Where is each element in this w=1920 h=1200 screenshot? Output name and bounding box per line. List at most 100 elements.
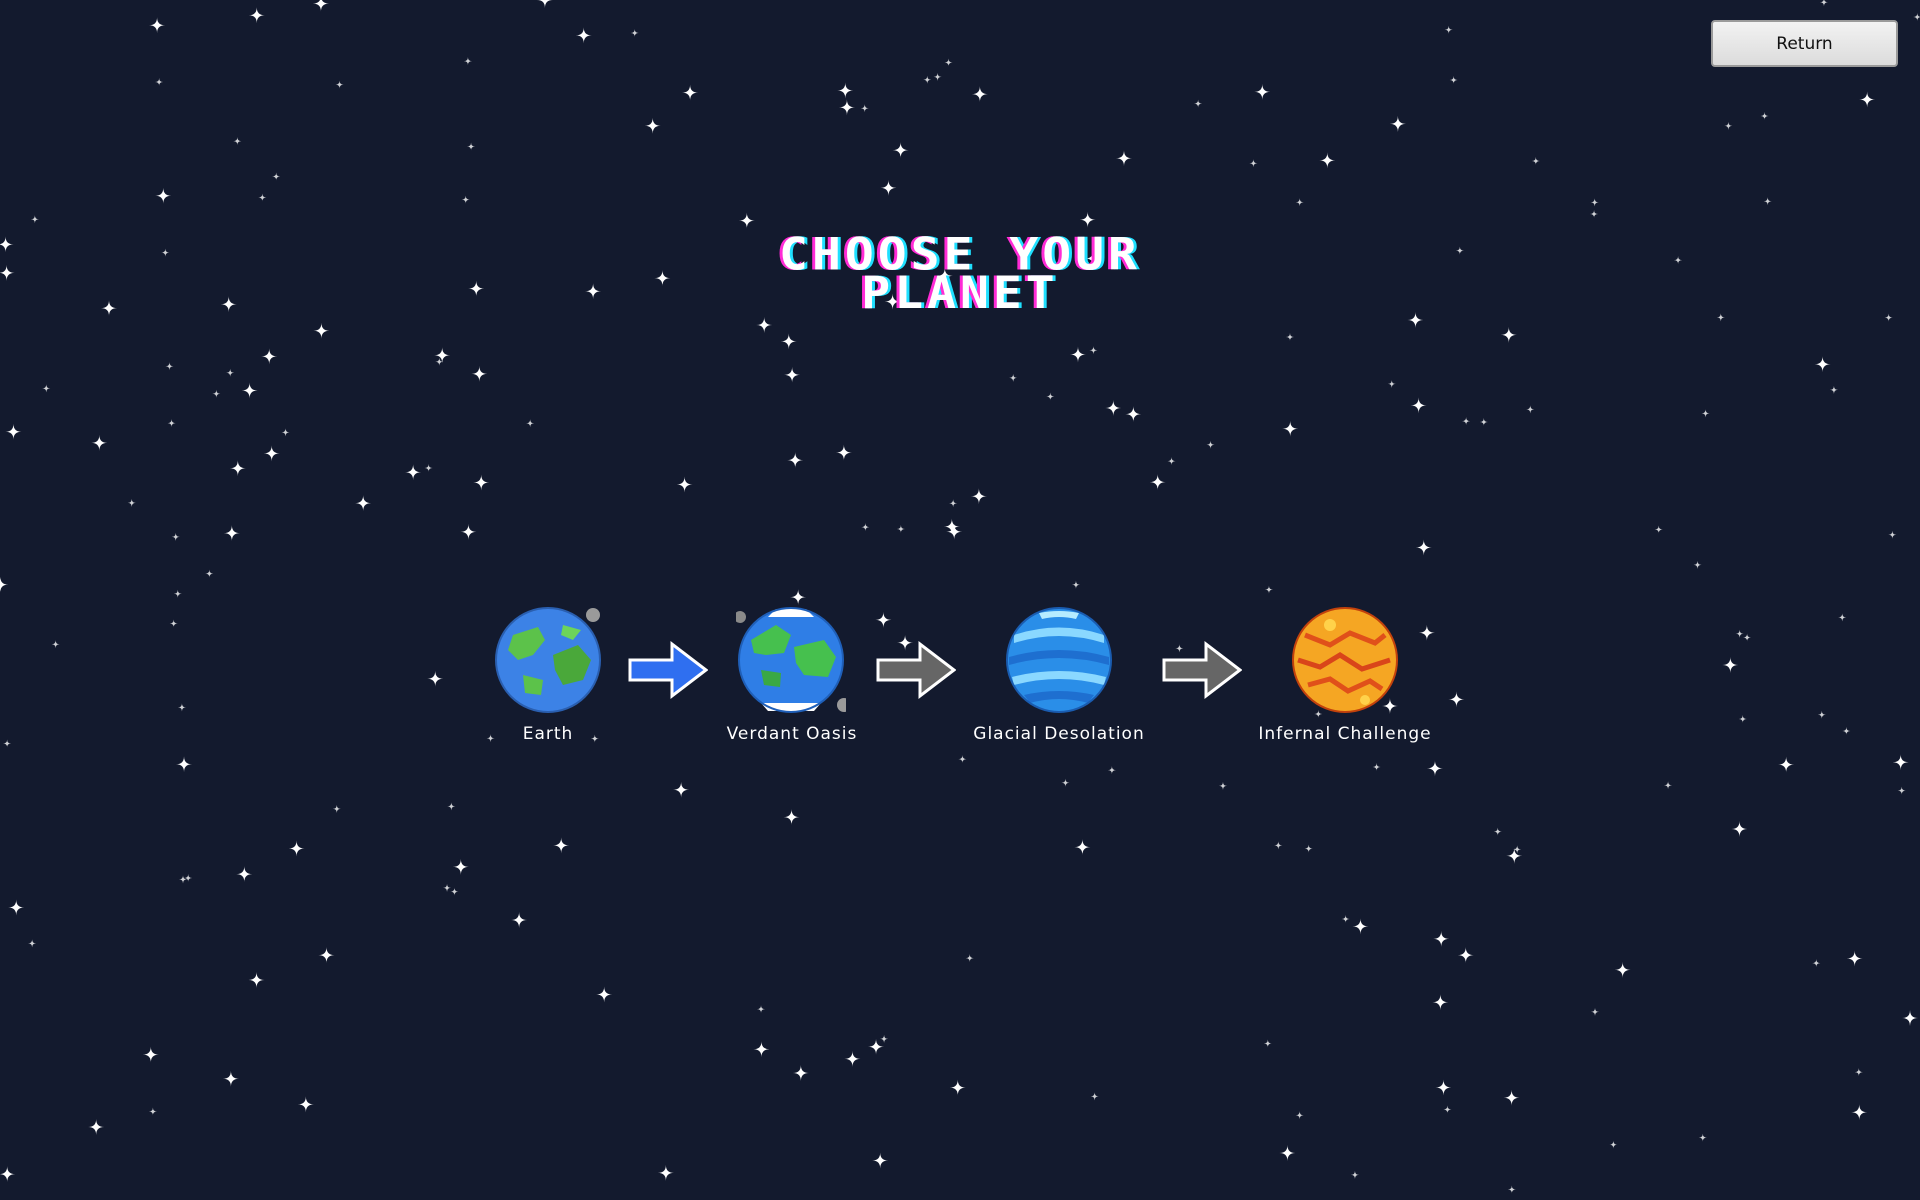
earth-planet-icon <box>495 607 601 713</box>
planet-glacial-desolation[interactable] <box>1004 605 1114 715</box>
star-icon <box>335 80 344 89</box>
star-icon <box>1902 1010 1919 1027</box>
star-icon <box>297 1096 314 1113</box>
star-icon <box>486 734 495 743</box>
star-icon <box>880 179 897 196</box>
star-icon <box>1506 847 1523 864</box>
star-icon <box>1426 760 1443 777</box>
star-icon <box>1389 115 1406 132</box>
star-icon <box>155 187 172 204</box>
star-icon <box>1433 930 1450 947</box>
star-icon <box>149 17 166 34</box>
starfield-background <box>0 0 1920 1194</box>
star-icon <box>450 887 459 896</box>
star-icon <box>3 739 12 748</box>
star-icon <box>787 452 804 469</box>
star-icon <box>526 419 535 428</box>
glacial-planet-icon <box>1006 607 1112 713</box>
star-icon <box>212 389 221 398</box>
return-button[interactable]: Return <box>1711 20 1898 67</box>
star-icon <box>1814 356 1831 373</box>
star-icon <box>933 72 942 81</box>
star-icon <box>272 172 281 181</box>
star-icon <box>1387 379 1396 388</box>
star-icon <box>1071 580 1080 589</box>
star-icon <box>1449 76 1458 85</box>
arrow-3 <box>1162 640 1242 700</box>
star-icon <box>1738 715 1747 724</box>
star-icon <box>0 236 14 253</box>
star-icon <box>248 971 265 988</box>
star-icon <box>471 365 488 382</box>
star-icon <box>790 589 807 606</box>
star-icon <box>1846 950 1863 967</box>
star-icon <box>949 499 958 508</box>
star-icon <box>875 611 892 628</box>
star-icon <box>42 384 51 393</box>
star-icon <box>1295 198 1304 207</box>
star-icon <box>258 193 267 202</box>
star-icon <box>657 1164 674 1181</box>
star-icon <box>467 142 476 151</box>
star-icon <box>1074 839 1091 856</box>
star-icon <box>1350 1170 1359 1179</box>
star-icon <box>1493 827 1502 836</box>
star-icon <box>1591 1007 1600 1016</box>
star-icon <box>1892 754 1909 771</box>
star-icon <box>241 382 258 399</box>
star-icon <box>1206 440 1215 449</box>
star-icon <box>1274 841 1283 850</box>
star-icon <box>1167 457 1176 466</box>
star-icon <box>148 1107 157 1116</box>
star-icon <box>5 423 22 440</box>
star-icon <box>1295 1111 1304 1120</box>
star-icon <box>1664 781 1673 790</box>
star-icon <box>229 460 246 477</box>
star-icon <box>452 858 469 875</box>
star-icon <box>944 58 953 67</box>
star-icon <box>223 525 240 542</box>
star-icon <box>1285 332 1294 341</box>
star-icon <box>682 84 699 101</box>
star-icon <box>1812 959 1821 968</box>
star-icon <box>757 1005 766 1014</box>
star-icon <box>1851 1104 1868 1121</box>
star-icon <box>0 264 15 281</box>
star-icon <box>463 57 472 66</box>
star-icon <box>1009 373 1018 382</box>
star-icon <box>1735 629 1744 638</box>
star-icon <box>1107 766 1116 775</box>
star-icon <box>837 82 854 99</box>
planet-infernal-challenge[interactable] <box>1290 605 1400 715</box>
planet-verdant-oasis[interactable] <box>736 605 846 715</box>
star-icon <box>261 348 278 365</box>
star-icon <box>312 0 329 12</box>
star-icon <box>1778 756 1795 773</box>
star-icon <box>753 1041 770 1058</box>
star-icon <box>596 986 613 1003</box>
star-icon <box>1448 691 1465 708</box>
star-icon <box>1218 781 1227 790</box>
star-icon <box>1069 346 1086 363</box>
star-icon <box>1282 420 1299 437</box>
star-icon <box>1654 525 1663 534</box>
star-icon <box>585 283 602 300</box>
star-icon <box>1701 409 1710 418</box>
planet-label-infernal-challenge: Infernal Challenge <box>1258 724 1432 744</box>
star-icon <box>1614 961 1631 978</box>
star-icon <box>220 296 237 313</box>
star-icon <box>1724 121 1733 130</box>
star-icon <box>1763 197 1772 206</box>
star-icon <box>173 589 182 598</box>
star-icon <box>281 428 290 437</box>
planet-earth[interactable] <box>493 605 603 715</box>
star-icon <box>1531 157 1540 166</box>
planet-label-glacial-desolation: Glacial Desolation <box>973 724 1145 744</box>
star-icon <box>142 1046 159 1063</box>
star-icon <box>1319 152 1336 169</box>
star-icon <box>1674 256 1683 265</box>
infernal-planet-icon <box>1292 607 1398 713</box>
star-icon <box>1264 585 1273 594</box>
arrow-right-icon <box>876 640 956 700</box>
star-icon <box>313 322 330 339</box>
